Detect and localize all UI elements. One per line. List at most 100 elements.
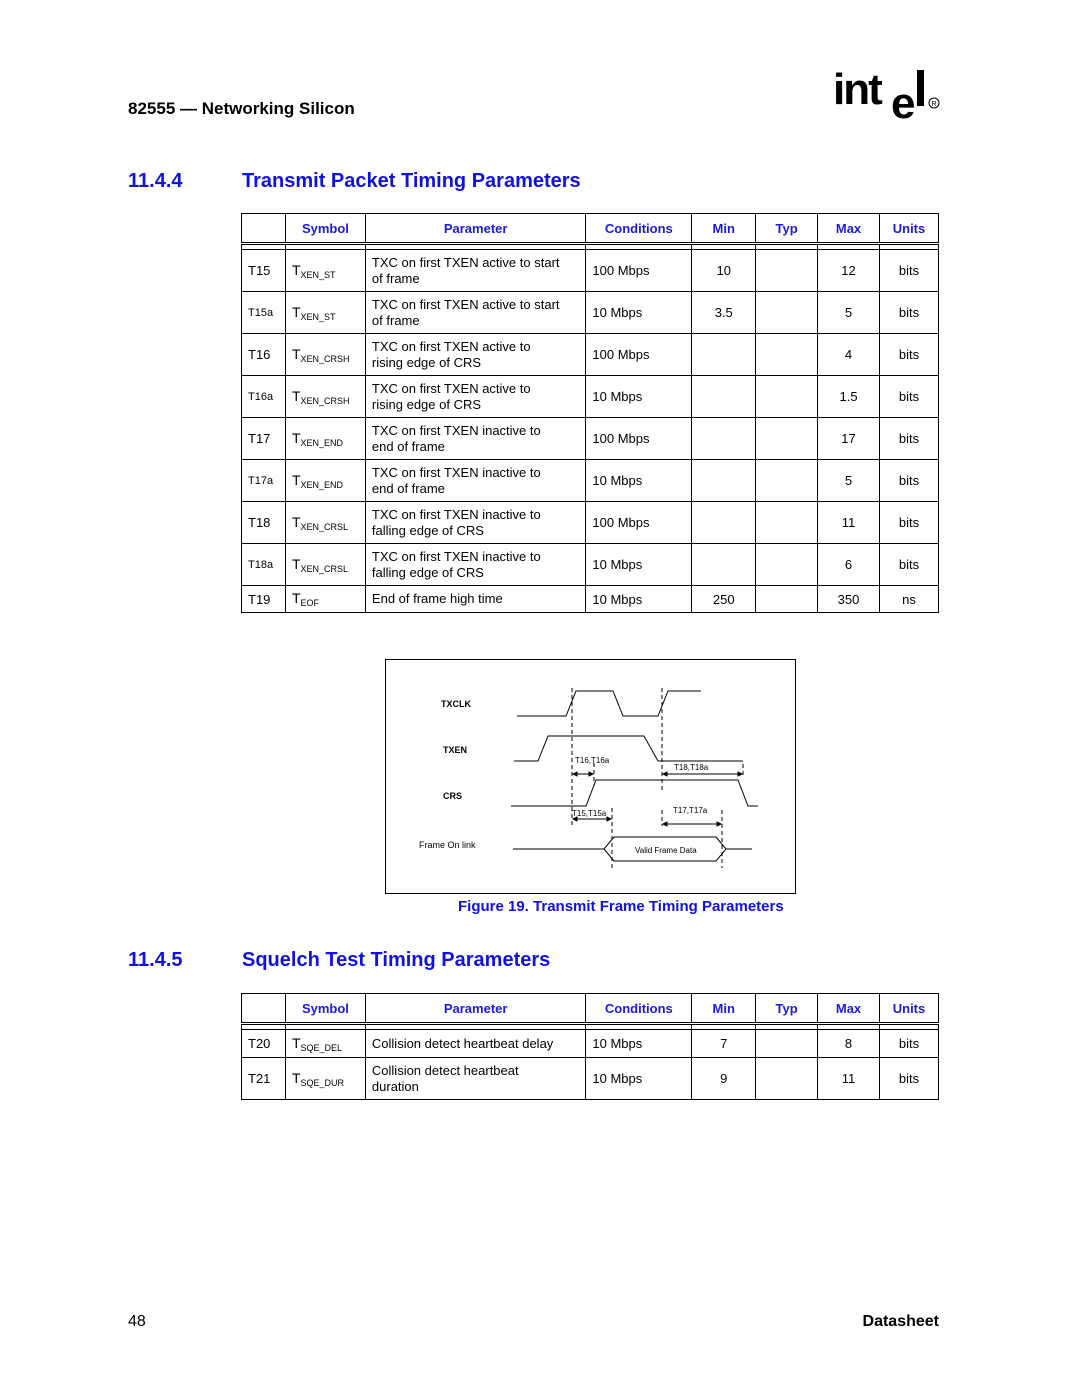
- row-conditions: 100 Mbps: [585, 249, 693, 292]
- row-typ: [755, 417, 819, 460]
- row-min: 3.5: [691, 291, 757, 334]
- row-max: 11: [817, 501, 880, 544]
- row-conditions: 100 Mbps: [585, 501, 693, 544]
- table-row: T16 TXEN_CRSH TXC on first TXEN active to r…: [241, 333, 940, 376]
- row-max: 11: [817, 1057, 880, 1100]
- section-title: Squelch Test Timing Parameters: [242, 949, 551, 971]
- row-parameter: TXC on first TXEN active to rising edge o…: [364, 333, 587, 376]
- column-header-conditions: Conditions: [585, 213, 693, 244]
- row-symbol: TXEN_CRSL: [284, 501, 366, 544]
- row-max: 4: [817, 333, 880, 376]
- row-units: bits: [878, 1057, 940, 1100]
- table-row: T21 TSQE_DUR Collision detect heartbeat dur…: [241, 1057, 940, 1100]
- row-symbol: TXEN_CRSL: [284, 543, 366, 586]
- table-row: T15 TXEN_ST TXC on first TXEN active to st…: [241, 249, 940, 292]
- annotation-t18: T18,T18a: [674, 763, 709, 772]
- column-header-units: Units: [878, 993, 940, 1024]
- annotation-t17: T17,T17a: [673, 806, 708, 815]
- txen-waveform: [514, 735, 743, 762]
- signal-label-txen: TXEN: [443, 745, 467, 755]
- annotation-t15: T15,T15a: [572, 809, 607, 818]
- column-header-max: Max: [817, 213, 880, 244]
- column-header-symbol: Symbol: [284, 993, 366, 1024]
- row-units: bits: [878, 543, 940, 586]
- row-typ: [755, 1029, 819, 1058]
- row-symbol: TSQE_DEL: [284, 1029, 366, 1058]
- row-units: bits: [878, 333, 940, 376]
- row-units: bits: [878, 375, 940, 418]
- table-row: T20 TSQE_DEL Collision detect heartbeat de…: [241, 1029, 940, 1058]
- document-type: Datasheet: [862, 1313, 939, 1330]
- row-min: [691, 459, 757, 502]
- page-number: 48: [128, 1313, 146, 1330]
- row-symbol: TXEN_END: [284, 459, 366, 502]
- column-header-symbol: Symbol: [284, 213, 366, 244]
- row-units: ns: [878, 585, 940, 613]
- row-parameter: Collision detect heartbeat duration: [364, 1057, 587, 1100]
- section-number: 11.4.4: [128, 170, 183, 192]
- row-min: [691, 543, 757, 586]
- table-row: T18a TXEN_CRSL TXC on first TXEN inactive …: [241, 543, 940, 586]
- column-header: [241, 213, 286, 244]
- row-min: 250: [691, 585, 757, 613]
- timing-diagram-frame: TXCLK TXEN CRS Frame On link T16,T16a T1…: [385, 659, 796, 894]
- table-row: T19 TEOF End of frame high time 10 Mbps 250 3…: [241, 585, 940, 613]
- column-header-max: Max: [817, 993, 880, 1024]
- row-conditions: 10 Mbps: [585, 1057, 693, 1100]
- row-min: 7: [691, 1029, 757, 1058]
- row-symbol: TSQE_DUR: [284, 1057, 366, 1100]
- row-conditions: 100 Mbps: [585, 333, 693, 376]
- row-id: T19: [241, 585, 286, 613]
- row-max: 1.5: [817, 375, 880, 418]
- crs-waveform: [511, 779, 758, 807]
- row-typ: [755, 585, 819, 613]
- table-header-row: Symbol Parameter Conditions Min Typ Max …: [241, 993, 940, 1024]
- row-typ: [755, 291, 819, 334]
- table-row: T16a TXEN_CRSH TXC on first TXEN active to…: [241, 375, 940, 418]
- row-min: [691, 501, 757, 544]
- row-units: bits: [878, 417, 940, 460]
- row-id: T15a: [241, 291, 286, 334]
- row-typ: [755, 543, 819, 586]
- table-row: T18 TXEN_CRSL TXC on first TXEN inactive t…: [241, 501, 940, 544]
- section-number: 11.4.5: [128, 949, 183, 971]
- row-max: 6: [817, 543, 880, 586]
- txclk-waveform: [517, 690, 701, 717]
- row-conditions: 10 Mbps: [585, 585, 693, 613]
- row-conditions: 10 Mbps: [585, 543, 693, 586]
- row-max: 17: [817, 417, 880, 460]
- row-units: bits: [878, 249, 940, 292]
- column-header: [241, 993, 286, 1024]
- row-id: T16: [241, 333, 286, 376]
- column-header-typ: Typ: [755, 213, 819, 244]
- row-symbol: TXEN_ST: [284, 249, 366, 292]
- row-min: 9: [691, 1057, 757, 1100]
- row-conditions: 10 Mbps: [585, 375, 693, 418]
- svg-text:int: int: [833, 66, 883, 114]
- row-typ: [755, 249, 819, 292]
- row-symbol: TXEN_END: [284, 417, 366, 460]
- column-header-parameter: Parameter: [364, 213, 587, 244]
- column-header-min: Min: [691, 213, 757, 244]
- row-symbol: TXEN_ST: [284, 291, 366, 334]
- row-parameter: End of frame high time: [364, 585, 587, 613]
- timing-diagram: TXCLK TXEN CRS Frame On link T16,T16a T1…: [419, 688, 758, 868]
- row-units: bits: [878, 291, 940, 334]
- row-typ: [755, 333, 819, 376]
- section-title: Transmit Packet Timing Parameters: [242, 170, 581, 192]
- column-header-units: Units: [878, 213, 940, 244]
- transmit-timing-table: Symbol Parameter Conditions Min Typ Max …: [241, 213, 940, 613]
- squelch-timing-table: Symbol Parameter Conditions Min Typ Max …: [241, 993, 940, 1100]
- row-parameter: TXC on first TXEN inactive to end of fram…: [364, 417, 587, 460]
- table-row: T17a TXEN_END TXC on first TXEN inactive t…: [241, 459, 940, 502]
- row-id: T17a: [241, 459, 286, 502]
- row-id: T18a: [241, 543, 286, 586]
- row-max: 5: [817, 459, 880, 502]
- row-parameter: TXC on first TXEN active to start of fram…: [364, 249, 587, 292]
- row-symbol: TXEN_CRSH: [284, 375, 366, 418]
- row-min: [691, 417, 757, 460]
- row-parameter: TXC on first TXEN inactive to end of fram…: [364, 459, 587, 502]
- intel-logo: int e R: [833, 66, 940, 126]
- row-max: 350: [817, 585, 880, 613]
- figure-caption: Figure 19. Transmit Frame Timing Paramet…: [458, 898, 784, 915]
